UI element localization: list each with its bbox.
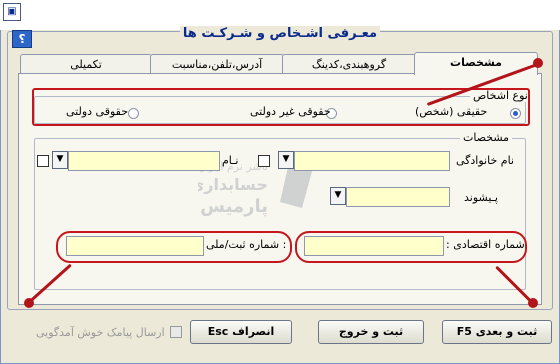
first-name-checkbox[interactable] — [37, 155, 49, 167]
tab-complementary[interactable]: تکمیلی — [20, 54, 152, 75]
tab-grouping[interactable]: گروهبندی،کدینگ — [282, 54, 416, 75]
save-next-button[interactable]: ثبت و بعدی F5 — [442, 320, 552, 344]
radio-legal-private-label: حقوقی غیر دولتی — [250, 105, 331, 118]
radio-real-person[interactable] — [510, 108, 521, 119]
prefix-dropdown[interactable]: ▼ — [330, 187, 346, 205]
sms-checkbox[interactable] — [170, 326, 182, 338]
economic-code-label: شماره اقتصادی : — [446, 238, 525, 251]
dialog-title: معـرفی اشـخاص و شـرکـت ها — [180, 26, 380, 41]
national-id-input[interactable] — [66, 236, 204, 256]
watermark-line3: پارمیس — [200, 196, 268, 217]
first-name-input[interactable] — [68, 151, 220, 171]
economic-code-input[interactable] — [304, 236, 444, 256]
first-name-label: نـام — [222, 154, 239, 167]
last-name-label: نام خانوادگی — [456, 154, 514, 167]
cancel-button[interactable]: انصراف Esc — [190, 320, 292, 344]
last-name-input[interactable] — [294, 151, 450, 171]
tab-address[interactable]: آدرس،تلفن،مناسبت — [150, 54, 284, 75]
help-button[interactable]: ؟ — [12, 30, 32, 48]
radio-legal-government-label: حقوقی دولتی — [66, 105, 129, 118]
first-name-dropdown[interactable]: ▼ — [52, 151, 68, 169]
details-legend: مشخصات — [460, 131, 513, 144]
last-name-checkbox[interactable] — [258, 155, 270, 167]
prefix-input[interactable] — [346, 187, 450, 207]
radio-real-person-label: حقیقی (شخص) — [415, 105, 488, 118]
last-name-dropdown[interactable]: ▼ — [278, 151, 294, 169]
prefix-label: پـیشوند — [464, 191, 498, 204]
national-id-label: : شماره ثبت/ملی — [206, 238, 287, 251]
sms-label: ارسال پیامک خوش آمدگویی — [36, 326, 165, 339]
radio-legal-government[interactable] — [128, 108, 139, 119]
watermark-line2: حسابداری — [198, 175, 268, 194]
window-icon[interactable]: ▣ — [3, 3, 21, 21]
save-exit-button[interactable]: ثبت و خروج — [318, 320, 424, 344]
